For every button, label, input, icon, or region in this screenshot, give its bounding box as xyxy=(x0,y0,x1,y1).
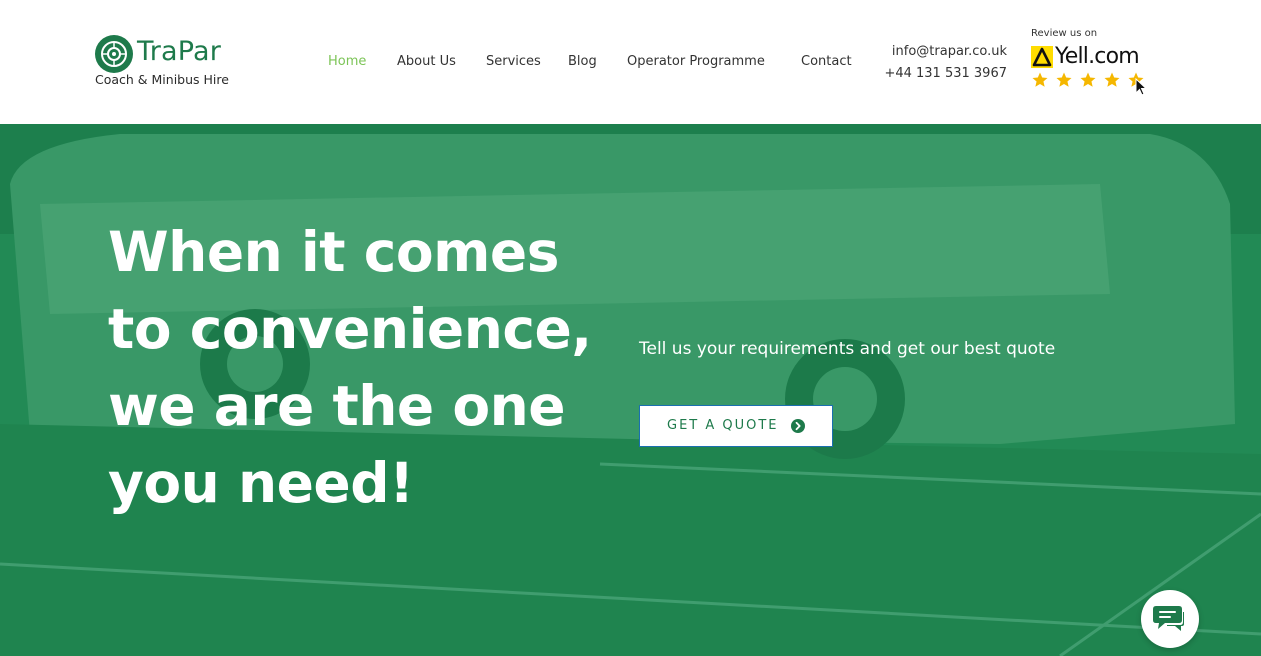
chevron-circle-right-icon xyxy=(791,419,805,433)
hero-subtitle: Tell us your requirements and get our be… xyxy=(639,339,1056,359)
get-a-quote-label: GET A QUOTE xyxy=(667,418,779,433)
star-icon xyxy=(1056,72,1072,87)
nav-item-about-us[interactable]: About Us xyxy=(397,52,456,72)
site-logo[interactable]: TraPar Coach & Minibus Hire xyxy=(95,34,245,92)
hero-title-line: to convenience, xyxy=(108,297,592,361)
logo-tagline: Coach & Minibus Hire xyxy=(95,72,229,87)
nav-item-services[interactable]: Services xyxy=(486,52,541,72)
yell-logo-icon xyxy=(1031,46,1053,68)
nav-item-blog[interactable]: Blog xyxy=(568,52,597,72)
hero-title: When it comes to convenience, we are the… xyxy=(108,214,592,522)
star-icon xyxy=(1080,72,1096,87)
get-a-quote-button[interactable]: GET A QUOTE xyxy=(639,405,833,447)
yell-review-badge[interactable]: Review us on Yell.com xyxy=(1031,28,1151,92)
contact-phone[interactable]: +44 131 531 3967 xyxy=(884,63,1007,85)
yell-review-text: Review us on xyxy=(1031,28,1098,39)
contact-email[interactable]: info@trapar.co.uk xyxy=(884,41,1007,63)
hero-title-line: When it comes xyxy=(108,220,559,284)
nav-item-operator-programme[interactable]: Operator Programme xyxy=(627,52,765,72)
nav-item-contact[interactable]: Contact xyxy=(801,52,852,72)
mouse-cursor-icon xyxy=(1135,78,1147,96)
chat-button[interactable] xyxy=(1141,590,1199,648)
star-icon xyxy=(1032,72,1048,87)
hero-section: When it comes to convenience, we are the… xyxy=(0,124,1261,656)
wheel-icon xyxy=(95,35,133,73)
yell-logo-text: Yell.com xyxy=(1055,44,1140,69)
chat-icon xyxy=(1153,606,1184,631)
star-icon xyxy=(1104,72,1120,87)
hero-title-line: we are the one xyxy=(108,374,566,438)
site-header: TraPar Coach & Minibus Hire Home About U… xyxy=(0,0,1261,124)
hero-title-line: you need! xyxy=(108,451,414,515)
yell-rating-stars xyxy=(1031,71,1151,89)
logo-name: TraPar xyxy=(137,36,222,67)
nav-item-home[interactable]: Home xyxy=(328,52,366,72)
yell-logo: Yell.com xyxy=(1031,44,1151,70)
header-contact: info@trapar.co.uk +44 131 531 3967 xyxy=(884,41,1007,85)
